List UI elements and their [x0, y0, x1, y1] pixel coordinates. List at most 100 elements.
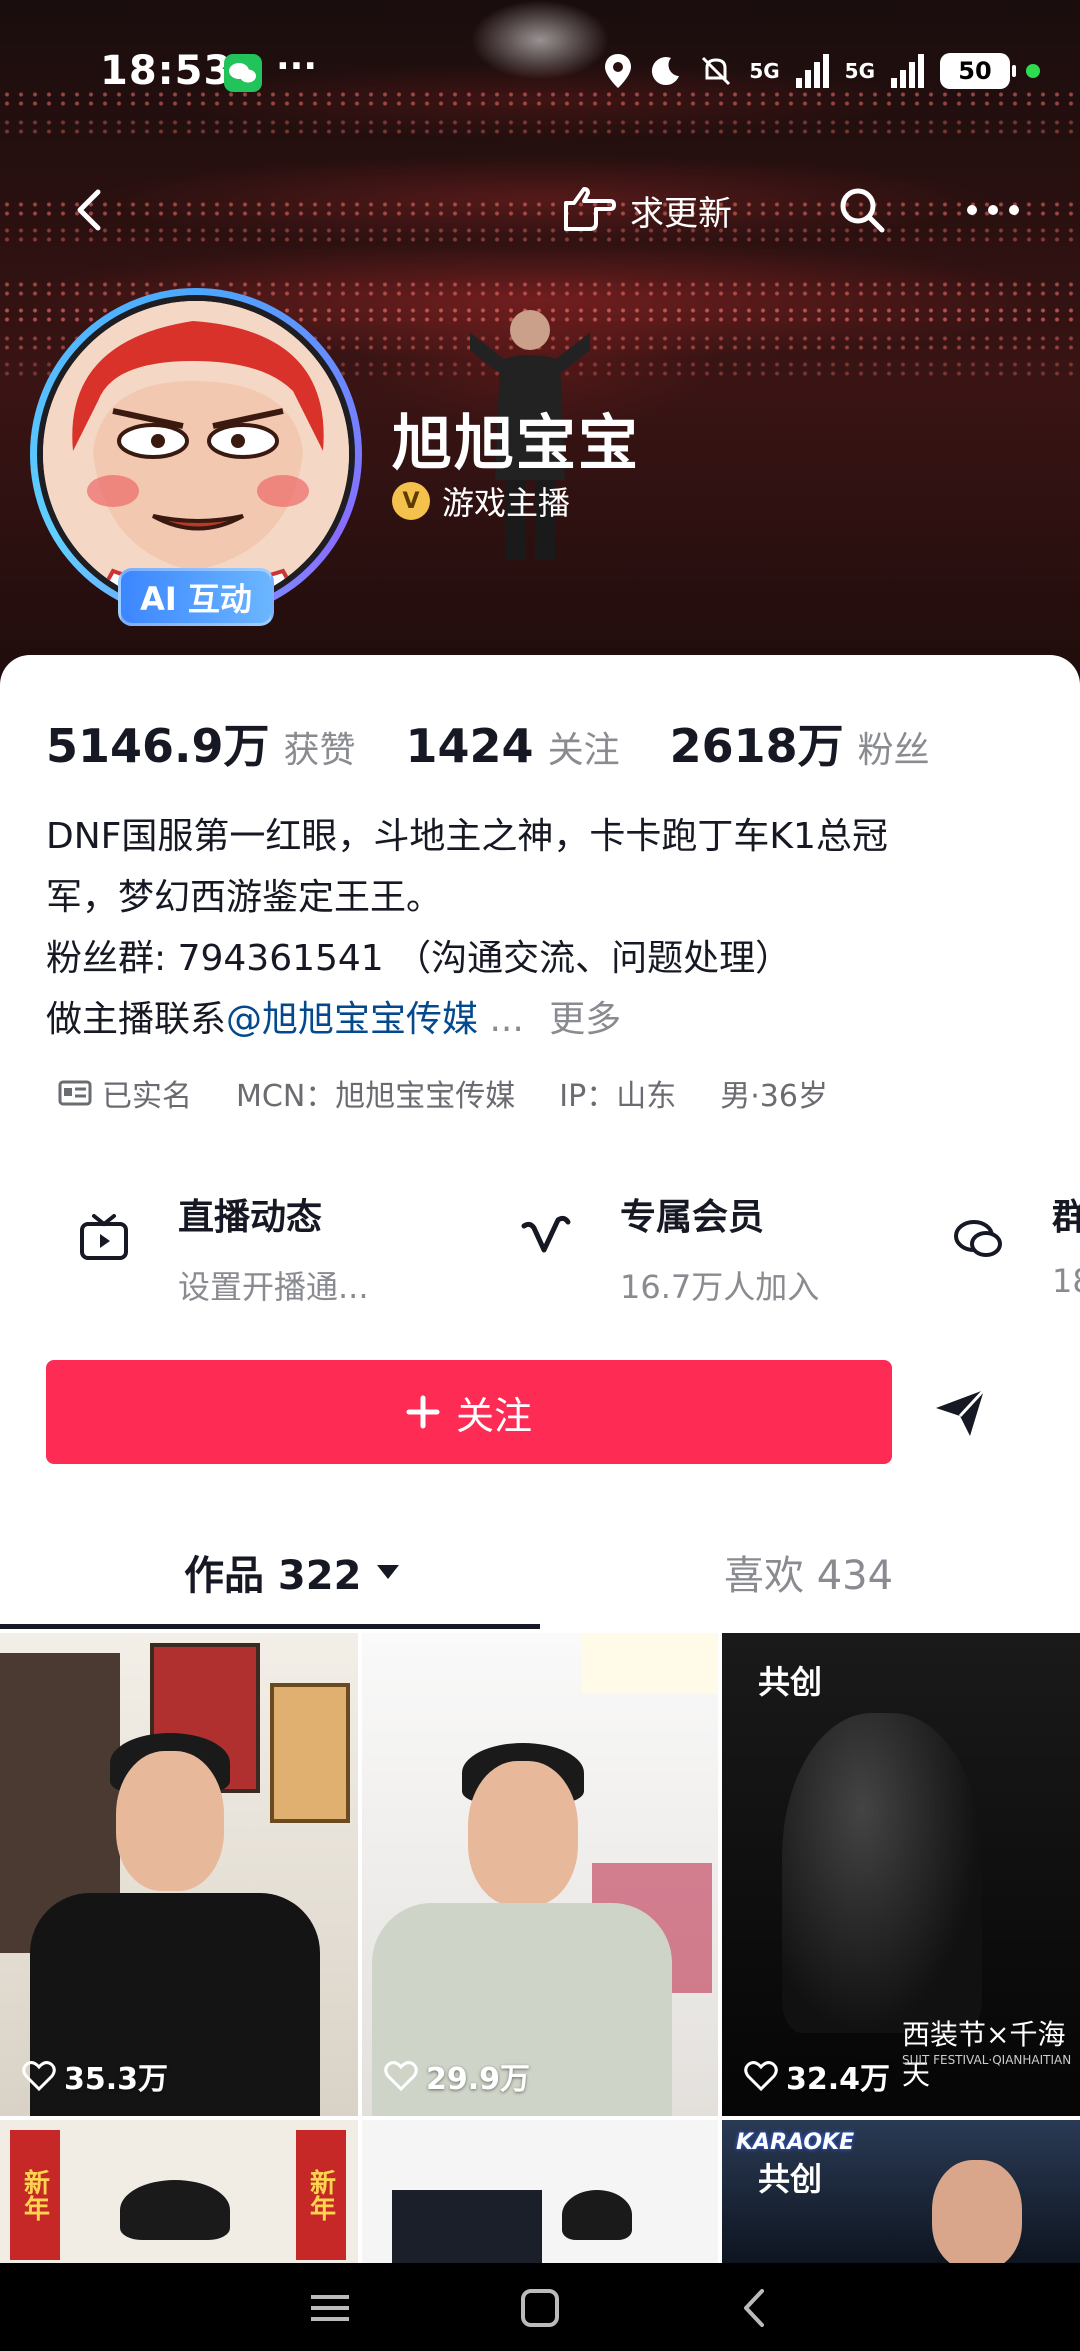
profile-nickname: 旭旭宝宝: [392, 409, 640, 479]
video-thumbnail[interactable]: 共创 西装节×千海天 SUIT FESTIVAL·QIANHAITIAN 32.…: [722, 1633, 1080, 2116]
stat-likes[interactable]: 5146.9万 获赞: [46, 710, 356, 776]
ai-interaction-badge[interactable]: AI 互动: [118, 568, 274, 626]
system-nav-bar: [0, 2263, 1080, 2351]
bio-line: 军，梦幻西游鉴定王王。: [46, 877, 443, 918]
hair: [562, 2190, 632, 2240]
meta-gender-age: 男·36岁: [720, 1079, 828, 1114]
caret-down-icon: [377, 1565, 400, 1579]
stat-value: 5146.9万: [46, 719, 270, 773]
profile-stats: 5146.9万 获赞 1424 关注 2618万 粉丝: [46, 710, 980, 776]
bio-line: DNF国服第一红眼，斗地主之神，卡卡跑丁车K1总冠: [46, 816, 888, 857]
collab-badge: 共创: [758, 1663, 823, 1701]
stat-following[interactable]: 1424 关注: [406, 719, 620, 773]
hair: [120, 2180, 230, 2240]
feature-row: 直播动态 设置开播通... 专属会员 16.7万人加入 群 18: [0, 1170, 1080, 1320]
spring-couplet-right: 新年: [296, 2130, 346, 2260]
feature-live-updates[interactable]: 直播动态 设置开播通...: [76, 1170, 369, 1308]
feature-title: 直播动态: [178, 1197, 323, 1238]
feature-title: 专属会员: [620, 1197, 765, 1238]
profile-tag[interactable]: V 游戏主播: [392, 478, 570, 524]
search-icon[interactable]: [832, 180, 892, 240]
plus-icon: [406, 1395, 440, 1429]
privacy-indicator: [1026, 64, 1040, 78]
tab-works-label: 作品 322: [184, 1553, 362, 1599]
video-thumbnail[interactable]: KARAOKE 共创: [722, 2120, 1080, 2263]
profile-meta: 已实名 MCN：旭旭宝宝传媒 IP：山东 男·36岁: [58, 1071, 872, 1115]
stat-label: 关注: [547, 730, 620, 771]
video-thumbnail[interactable]: 29.9万: [362, 1633, 718, 2116]
bio-line: 做主播联系@旭旭宝宝传媒 ... 更多: [46, 989, 1036, 1050]
video-thumbnail[interactable]: 35.3万: [0, 1633, 358, 2116]
bio-ellipsis: ...: [489, 999, 524, 1040]
follow-button[interactable]: 关注: [46, 1360, 892, 1464]
meta-verified: 已实名: [58, 1071, 192, 1115]
request-update-button[interactable]: 求更新: [560, 182, 732, 238]
video-likes-count: 29.9万: [426, 2062, 531, 2097]
face: [932, 2160, 1022, 2263]
feature-membership[interactable]: 专属会员 16.7万人加入: [518, 1170, 819, 1308]
status-bar: 18:53 ··· 5G 5G 50: [0, 40, 1080, 110]
send-message-icon[interactable]: [930, 1382, 990, 1442]
content-tabs: 作品 322 喜欢 434: [0, 1530, 1080, 1630]
video-likes-count: 35.3万: [64, 2062, 169, 2097]
meta-verified-label: 已实名: [102, 1079, 192, 1114]
collab-badge: 共创: [758, 2160, 823, 2198]
tab-likes[interactable]: 喜欢 434: [724, 1530, 893, 1614]
back-icon[interactable]: [60, 180, 120, 240]
video-likes: 32.4万: [744, 2054, 890, 2098]
bio-line: 粉丝群: 794361541 （沟通交流、问题处理）: [46, 938, 792, 979]
more-options-icon[interactable]: [958, 180, 1028, 240]
ceiling-light: [582, 1633, 718, 1693]
tv-icon: [80, 1214, 128, 1260]
stat-label: 粉丝: [857, 730, 930, 771]
profile-bio: DNF国服第一红眼，斗地主之神，卡卡跑丁车K1总冠 军，梦幻西游鉴定王王。 粉丝…: [46, 806, 1036, 1050]
karaoke-logo: KARAOKE: [736, 2130, 855, 2155]
recent-apps-icon[interactable]: [305, 2285, 355, 2331]
id-card-icon: [58, 1080, 92, 1106]
tab-works[interactable]: 作品 322: [184, 1530, 401, 1614]
system-back-icon[interactable]: [730, 2285, 780, 2331]
monitor: [392, 2190, 542, 2263]
battery-icon: 50: [940, 53, 1016, 89]
bio-mention-link[interactable]: @旭旭宝宝传媒: [226, 999, 478, 1040]
request-update-label: 求更新: [630, 193, 732, 234]
bio-more-link[interactable]: 更多: [549, 999, 621, 1040]
heart-icon: [22, 2061, 56, 2091]
spring-couplet-left: 新年: [10, 2130, 60, 2260]
pointing-hand-icon: [564, 187, 616, 231]
video-likes-count: 32.4万: [786, 2062, 891, 2097]
network-type-1: 5G: [749, 59, 780, 83]
video-likes: 35.3万: [22, 2054, 168, 2098]
stat-label: 获赞: [283, 730, 356, 771]
signal-icon: [795, 54, 829, 88]
verified-badge-icon: V: [392, 482, 430, 520]
group-chat-icon: [954, 1220, 1002, 1257]
active-tab-indicator: [0, 1624, 540, 1629]
top-nav: 求更新: [0, 170, 1080, 250]
heart-icon: [384, 2061, 418, 2091]
status-time: 18:53: [100, 48, 233, 94]
follow-label: 关注: [455, 1393, 532, 1438]
signal-icon: [891, 54, 924, 88]
video-likes: 29.9万: [384, 2054, 530, 2098]
bio-contact-prefix: 做主播联系: [46, 999, 227, 1040]
video-overlay-subtitle: SUIT FESTIVAL·QIANHAITIAN: [902, 2053, 1072, 2067]
mute-icon: [702, 56, 731, 86]
meta-ip: IP：山东: [559, 1079, 677, 1114]
video-thumbnail[interactable]: [362, 2120, 718, 2263]
avatar-image: [37, 295, 355, 613]
feature-fan-group[interactable]: 群 18: [950, 1170, 1080, 1300]
wechat-icon: [224, 54, 262, 92]
stat-followers[interactable]: 2618万 粉丝: [670, 710, 930, 776]
location-icon: [605, 54, 632, 88]
silhouette: [782, 1713, 982, 2033]
stat-value: 2618万: [669, 719, 844, 773]
video-thumbnail[interactable]: 新年 新年: [0, 2120, 358, 2263]
home-icon[interactable]: [515, 2285, 565, 2331]
video-grid: 35.3万 29.9万 共创 西装节×千海天 SUIT FESTIVAL·QIA…: [0, 1633, 1080, 2263]
face: [116, 1751, 224, 1891]
stat-value: 1424: [405, 719, 534, 773]
heart-icon: [744, 2061, 778, 2091]
more-notifications-icon: ···: [276, 46, 318, 87]
profile-tag-label: 游戏主播: [442, 484, 571, 522]
